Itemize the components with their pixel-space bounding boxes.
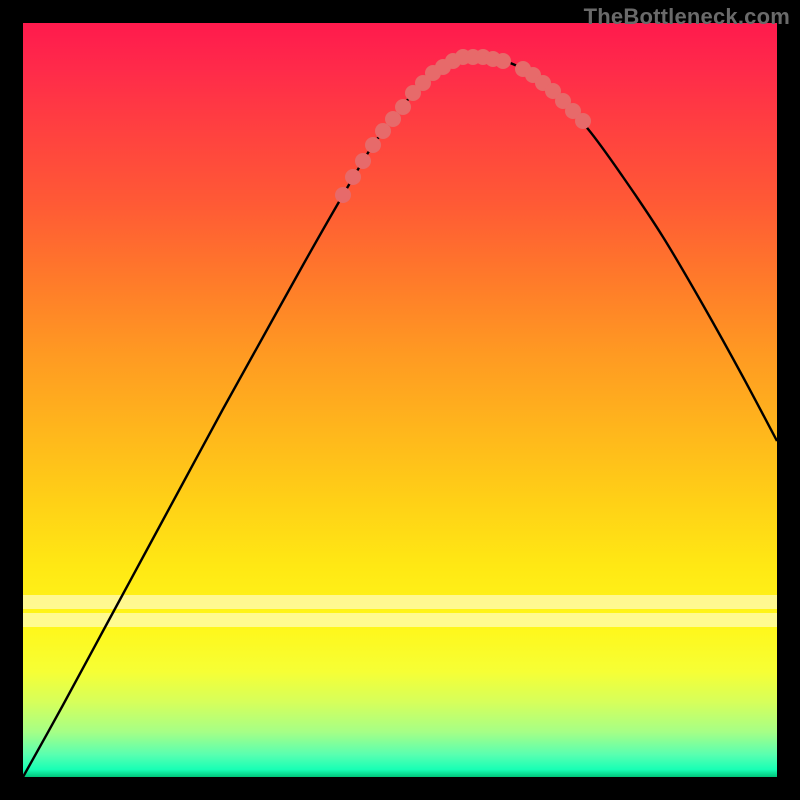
- dot-point: [495, 53, 511, 69]
- dot-point: [365, 137, 381, 153]
- chart-plot-area: [23, 23, 777, 777]
- bottleneck-curve: [23, 56, 777, 777]
- dot-point: [355, 153, 371, 169]
- dot-cluster: [335, 49, 591, 203]
- watermark-text: TheBottleneck.com: [584, 4, 790, 30]
- curve-layer: [23, 23, 777, 777]
- dot-point: [395, 99, 411, 115]
- dot-point: [335, 187, 351, 203]
- dot-point: [575, 113, 591, 129]
- dot-point: [345, 169, 361, 185]
- chart-stage: TheBottleneck.com: [0, 0, 800, 800]
